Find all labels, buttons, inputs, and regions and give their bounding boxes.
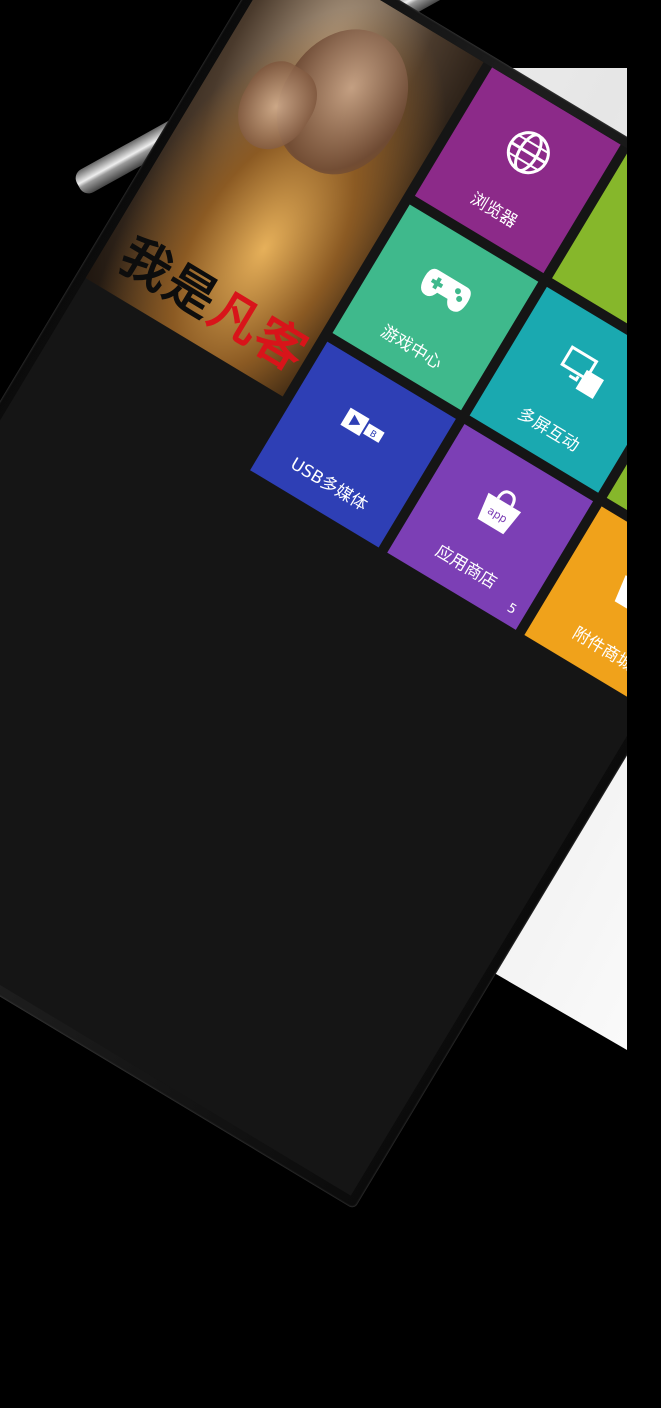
hero-title: 我是凡客 [110,227,318,384]
right-edge-mask [627,0,661,1408]
globe-icon [494,121,560,188]
gamepad-icon [410,260,478,325]
app-bag-icon: app [465,478,533,546]
product-photo-stage: 我是凡客 浏览器 游戏中心 多屏互动 B USB多媒体 app 应用商店 5 附… [0,0,661,1408]
usb-media-icon: B [330,399,394,460]
screens-icon [550,343,614,406]
